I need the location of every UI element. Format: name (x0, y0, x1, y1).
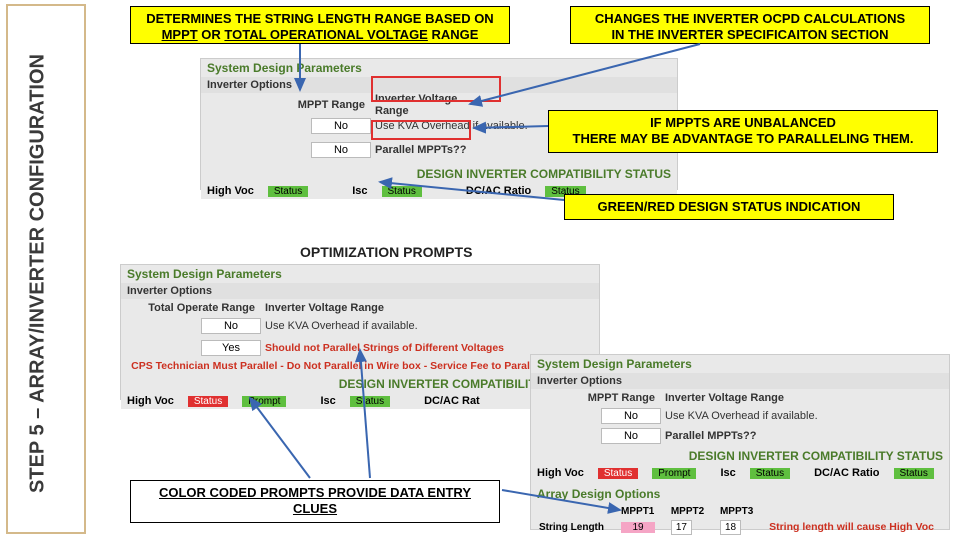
status-pill-prompt3: Prompt (652, 468, 696, 479)
panel1-r1-val[interactable]: No (311, 118, 371, 134)
panel1-status-title: DESIGN INVERTER COMPATIBILITY STATUS (201, 165, 677, 183)
panel2-r1-text: Inverter Voltage Range (261, 302, 384, 314)
redbox-voltage-range (371, 76, 501, 102)
panel3-r1-val[interactable]: No (601, 408, 661, 424)
panel2-r2-text: Use KVA Overhead if available. (261, 320, 418, 332)
panel2-sub: Inverter Options (121, 283, 599, 299)
status-pill-isc3: Status (750, 468, 790, 479)
string-length-1[interactable]: 19 (621, 522, 655, 533)
panel1-r3-val[interactable]: No (311, 142, 371, 158)
panel2-warn: CPS Technician Must Parallel - Do Not Pa… (121, 357, 599, 375)
callout-color-coded: COLOR CODED PROMPTS PROVIDE DATA ENTRY C… (130, 480, 500, 523)
status-pill-isc: Status (382, 186, 422, 197)
panel2-title: System Design Parameters (121, 265, 599, 283)
string-length-3[interactable]: 18 (720, 520, 741, 535)
panel2-r3-val[interactable]: Yes (201, 340, 261, 356)
status-pill-isc2: Status (350, 396, 390, 407)
panel3-r1-label: MPPT Range (531, 392, 661, 404)
panel1-r3-text: Parallel MPPTs?? (371, 144, 491, 156)
status-pill-hv3: Status (598, 468, 638, 479)
callout-ocpd: CHANGES THE INVERTER OCPD CALCULATIONS I… (570, 6, 930, 44)
status-pill-hv2: Status (188, 396, 228, 407)
panel2-r1-label: Total Operate Range (121, 302, 261, 314)
status-pill-hv: Status (268, 186, 308, 197)
panel3-array-title: Array Design Options (531, 485, 949, 503)
panel2-r1-val[interactable]: No (201, 318, 261, 334)
panel-inverter-options-3: System Design Parameters Inverter Option… (530, 354, 950, 530)
callout-string-length: DETERMINES THE STRING LENGTH RANGE BASED… (130, 6, 510, 44)
panel1-r1-label: MPPT Range (201, 99, 371, 111)
panel3-r2-text: Use KVA Overhead if available. (661, 410, 818, 422)
panel3-sub: Inverter Options (531, 373, 949, 389)
panel2-status-bar: High Voc Status Prompt Isc Status DC/AC … (121, 393, 599, 409)
panel3-r1-text: Inverter Voltage Range (661, 392, 784, 404)
string-length-2[interactable]: 17 (671, 520, 692, 535)
panel-inverter-options-2: System Design Parameters Inverter Option… (120, 264, 600, 400)
panel3-title: System Design Parameters (531, 355, 949, 373)
step-sidebar: STEP 5 – ARRAY/INVERTER CONFIGURATION (6, 4, 86, 534)
step-title: STEP 5 – ARRAY/INVERTER CONFIGURATION (27, 24, 50, 524)
status-pill-dcac3: Status (894, 468, 934, 479)
panel2-status-title: DESIGN INVERTER COMPATIBILITY STATUS (121, 375, 599, 393)
callout-green-red: GREEN/RED DESIGN STATUS INDICATION (564, 194, 894, 220)
panel3-r3-val[interactable]: No (601, 428, 661, 444)
panel2-r3-text: Should not Parallel Strings of Different… (261, 342, 504, 354)
callout-mppt-unbalanced: IF MPPTS ARE UNBALANCED THERE MAY BE ADV… (548, 110, 938, 153)
heading-optimization-prompts: OPTIMIZATION PROMPTS (300, 244, 472, 260)
panel3-array-table: MPPT1 MPPT2 MPPT3 String Length 19 17 18… (531, 503, 949, 536)
status-pill-prompt2: Prompt (242, 396, 286, 407)
panel3-r3-text: Parallel MPPTs?? (661, 430, 757, 442)
panel1-title: System Design Parameters (201, 59, 677, 77)
redbox-parallel-mppts (371, 120, 471, 140)
panel3-status-bar: High Voc Status Prompt Isc Status DC/AC … (531, 465, 949, 481)
panel3-status-title: DESIGN INVERTER COMPATIBILITY STATUS (531, 447, 949, 465)
